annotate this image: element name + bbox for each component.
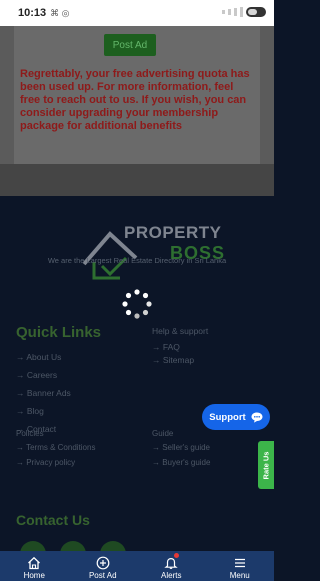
signal-icon — [222, 10, 225, 14]
status-notification-icons: ⌘ ◎ — [50, 7, 70, 18]
help-support-list: → FAQ → Sitemap — [152, 342, 194, 368]
bell-icon — [164, 557, 178, 569]
nav-post-ad-label: Post Ad — [88, 571, 117, 580]
status-bar: 10:13 ⌘ ◎ — [0, 0, 274, 26]
policies-list: → Terms & Conditions → Privacy policy — [16, 443, 95, 473]
plus-circle-icon — [96, 556, 110, 570]
signal-icon — [234, 8, 237, 16]
guide-heading: Guide — [152, 429, 174, 438]
status-right-icons — [222, 7, 266, 17]
signal-icon — [228, 9, 231, 15]
policies-heading: Policies — [16, 429, 44, 438]
status-time: 10:13 — [18, 7, 47, 19]
quick-links-heading: Quick Links — [16, 324, 102, 341]
footer-link-blog[interactable]: → Blog — [16, 406, 71, 424]
support-label: Support — [209, 411, 246, 423]
home-icon — [28, 556, 41, 570]
logo-text-property: PROPERTY — [124, 223, 222, 242]
bottom-nav: Home Post Ad Alerts Menu — [0, 551, 274, 581]
nav-home-label: Home — [23, 571, 45, 580]
nav-alerts-label: Alerts — [161, 571, 182, 580]
footer-tagline: We are the Largest Real Estate Directory… — [47, 256, 227, 265]
nav-menu[interactable]: Menu — [206, 551, 275, 581]
footer-link-terms[interactable]: → Terms & Conditions — [16, 443, 95, 458]
property-boss-logo[interactable]: PROPERTY BOSS — [80, 220, 224, 280]
site-footer: PROPERTY BOSS We are the Largest Real Es… — [0, 196, 274, 567]
nav-home[interactable]: Home — [0, 551, 69, 581]
footer-link-buyers-guide[interactable]: → Buyer's guide — [152, 458, 210, 473]
section-divider — [0, 164, 274, 196]
footer-link-faq[interactable]: → FAQ — [152, 342, 194, 355]
footer-link-careers[interactable]: → Careers — [16, 370, 71, 388]
loading-spinner-icon — [122, 289, 152, 319]
help-support-heading: Help & support — [152, 326, 209, 336]
battery-icon — [246, 7, 266, 17]
guide-list: → Seller's guide → Buyer's guide — [152, 443, 210, 473]
nav-alerts[interactable]: Alerts — [137, 551, 206, 581]
menu-icon — [234, 558, 245, 568]
footer-link-about-us[interactable]: → About Us — [16, 352, 71, 370]
wifi-icon — [240, 7, 243, 17]
rate-us-label: Rate Us — [261, 451, 271, 479]
footer-link-sitemap[interactable]: → Sitemap — [152, 355, 194, 368]
rate-us-tab[interactable]: Rate Us — [258, 441, 274, 489]
contact-us-heading: Contact Us — [16, 512, 90, 528]
post-ad-button[interactable]: Post Ad — [104, 34, 156, 56]
chat-bubble-icon — [251, 412, 263, 423]
footer-link-privacy[interactable]: → Privacy policy — [16, 458, 95, 473]
nav-menu-label: Menu — [229, 571, 250, 580]
nav-post-ad[interactable]: Post Ad — [69, 551, 138, 581]
support-chat-button[interactable]: Support — [202, 404, 270, 430]
quota-message-text: Regrettably, your free advertising quota… — [20, 68, 250, 132]
alerts-notification-dot — [174, 553, 179, 558]
footer-link-sellers-guide[interactable]: → Seller's guide — [152, 443, 210, 458]
top-section: Post Ad Regrettably, your free advertisi… — [0, 26, 274, 164]
footer-link-banner-ads[interactable]: → Banner Ads — [16, 388, 71, 406]
